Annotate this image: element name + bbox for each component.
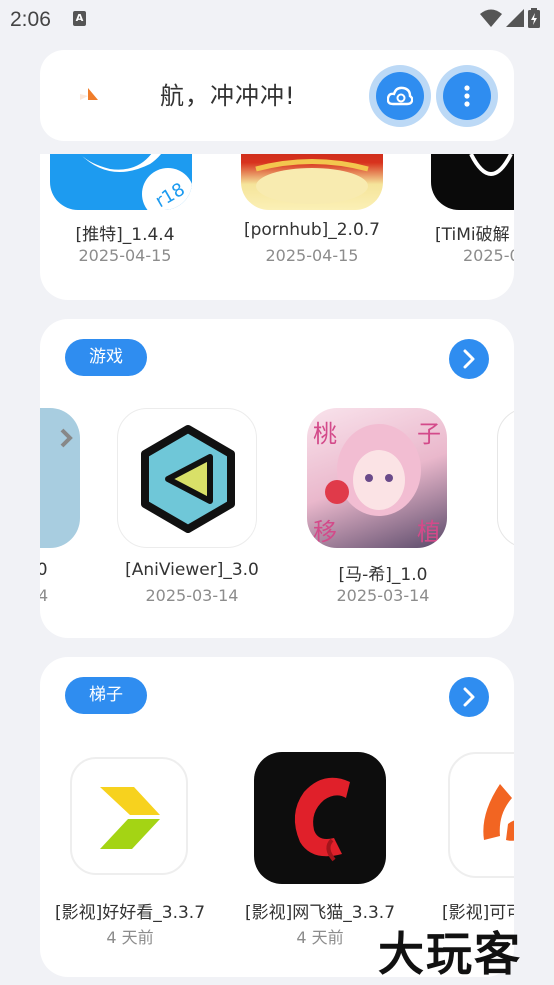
chevron-right-icon [463, 349, 475, 369]
more-button[interactable] [436, 65, 498, 127]
anime-girl-icon: 桃 子移 植 [307, 408, 447, 548]
status-bar: 2:06 A [0, 0, 554, 38]
chevron-right-icon [463, 687, 475, 707]
app-name: [AniViewer]_3.0 [125, 560, 259, 580]
timi-icon [431, 154, 514, 210]
app-date: 2025-04-15 [265, 246, 359, 265]
app-date: 4 天前 [106, 928, 154, 947]
recent-apps-card: r18 [推特]_1.4.4 2025-04-15 [pornhub]_2.0.… [40, 154, 514, 300]
more-vertical-icon [464, 85, 470, 107]
cloud-button[interactable] [369, 65, 431, 127]
app-date: 2025-03-14 [336, 586, 430, 605]
app-date: 2025-0 [463, 246, 514, 265]
svg-text:桃: 桃 [313, 420, 337, 448]
watermark: 大玩客 [378, 927, 522, 981]
category-label[interactable]: 游戏 [65, 339, 147, 376]
battery-icon [528, 8, 540, 28]
signal-icon [506, 9, 524, 27]
pornhub-icon [241, 154, 383, 210]
app-name: [马-希]_1.0 [338, 565, 428, 585]
notification-icon: A [73, 11, 86, 26]
category-label[interactable]: 梯子 [65, 677, 147, 714]
header-slogan: 航，冲冲冲! [160, 82, 296, 110]
wifi-icon [480, 9, 502, 27]
category-card-games: 游戏 _1.0 4 [AniViewer]_3.0 2025-03-14 桃子移… [40, 319, 514, 638]
status-icons [480, 8, 540, 28]
partial-icon [40, 408, 80, 548]
header-bar: 航，冲冲冲! [40, 50, 514, 141]
logo-icon [80, 88, 98, 100]
keke-icon [448, 752, 514, 878]
app-name: [推特]_1.4.4 [75, 225, 175, 245]
twitter-icon: r18 [50, 154, 192, 210]
app-date: 2025-04-15 [78, 246, 172, 265]
partial-icon [497, 408, 514, 548]
app-date: 2025-03-14 [145, 586, 239, 605]
svg-text:移: 移 [313, 518, 337, 546]
status-time: 2:06 [10, 8, 51, 31]
haohaokan-icon [70, 757, 188, 875]
app-name: [TiMi破解 [435, 225, 510, 245]
more-games-button[interactable] [449, 339, 489, 379]
wangfeimao-icon [254, 752, 386, 884]
app-name: [影视]好好看_3.3.7 [54, 903, 206, 923]
app-name: [pornhub]_2.0.7 [243, 220, 381, 240]
more-ladder-button[interactable] [449, 677, 489, 717]
svg-text:植: 植 [417, 518, 441, 546]
cloud-icon [387, 86, 413, 106]
aniviewer-icon [117, 408, 257, 548]
svg-text:子: 子 [417, 420, 441, 448]
